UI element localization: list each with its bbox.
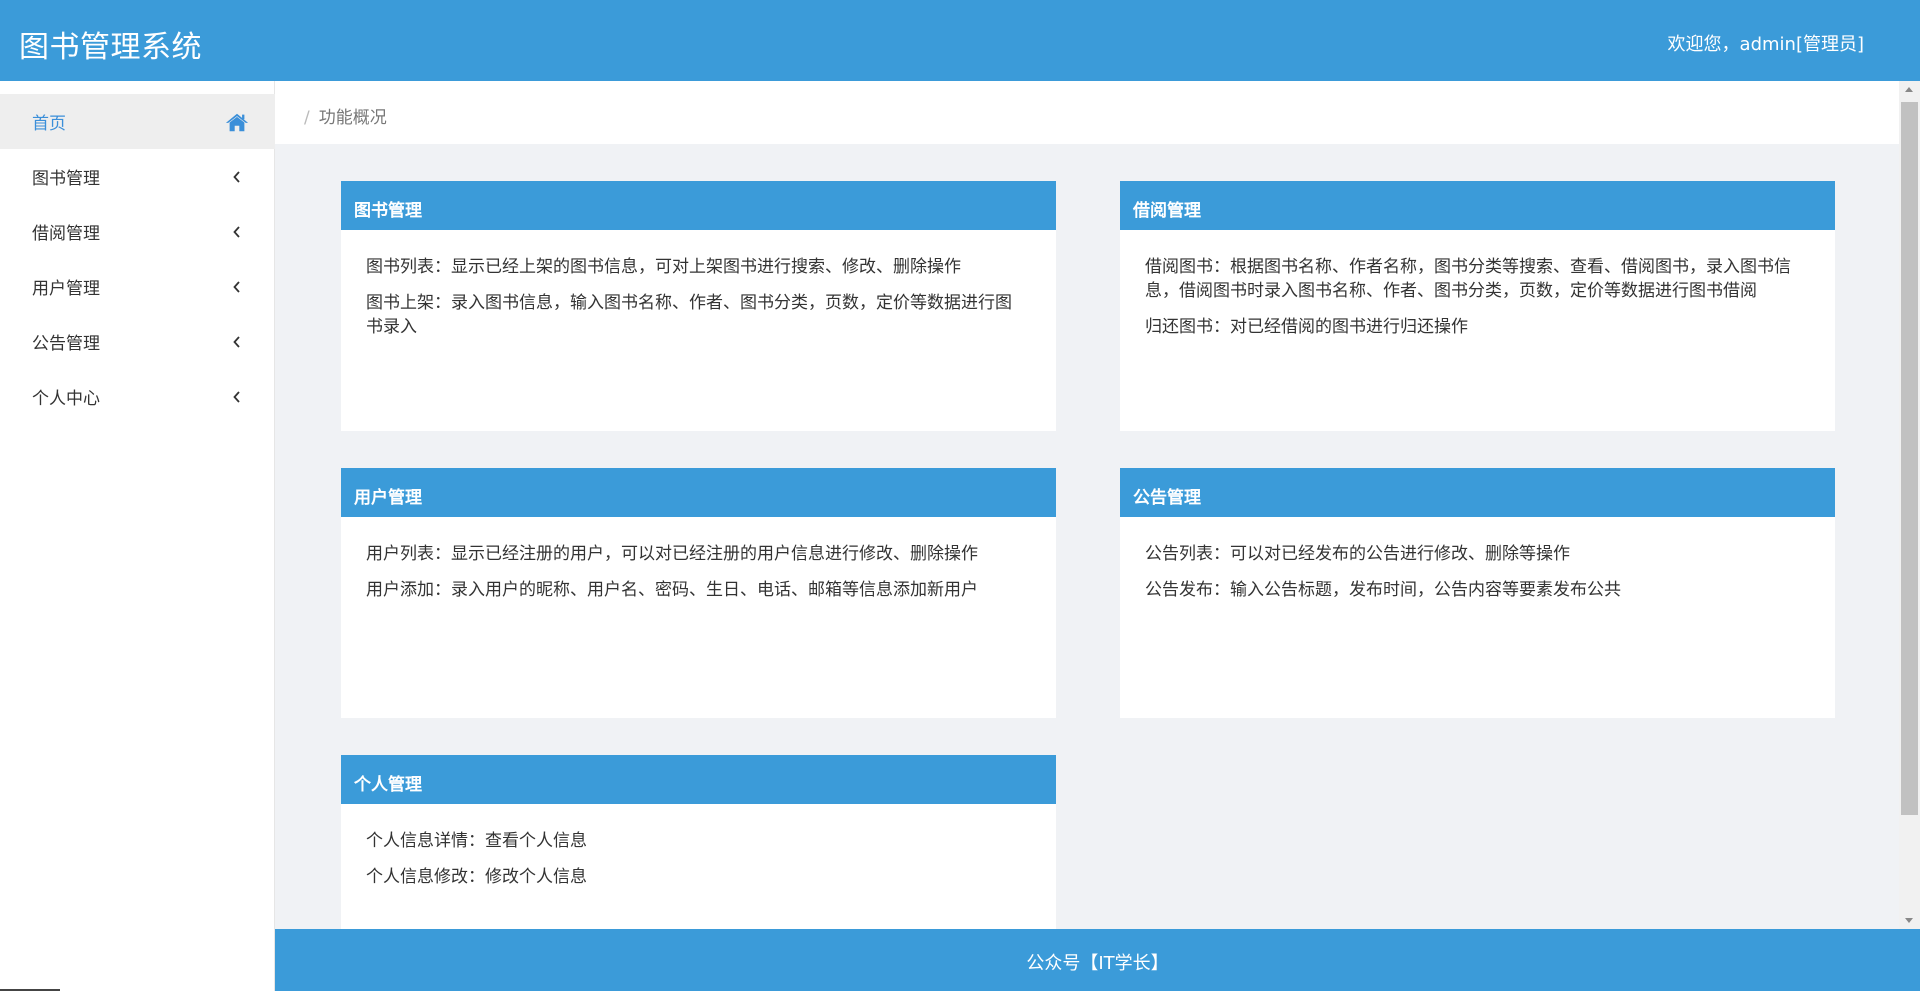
card-body: 用户列表：显示已经注册的用户，可以对已经注册的用户信息进行修改、删除操作 用户添… xyxy=(341,517,1056,602)
sidebar-item-home[interactable]: 首页 xyxy=(0,94,275,149)
footer: 公众号【IT学长】 xyxy=(275,929,1920,991)
sidebar-item-borrow-management[interactable]: 借阅管理 xyxy=(0,204,275,259)
card-body: 借阅图书：根据图书名称、作者名称，图书分类等搜索、查看、借阅图书，录入图书信息，… xyxy=(1120,230,1835,339)
card-body: 公告列表：可以对已经发布的公告进行修改、删除等操作 公告发布：输入公告标题，发布… xyxy=(1120,517,1835,602)
card-borrow-management: 借阅管理 借阅图书：根据图书名称、作者名称，图书分类等搜索、查看、借阅图书，录入… xyxy=(1120,181,1835,431)
chevron-left-icon xyxy=(225,165,249,189)
card-notice-management: 公告管理 公告列表：可以对已经发布的公告进行修改、删除等操作 公告发布：输入公告… xyxy=(1120,468,1835,718)
card-title: 借阅管理 xyxy=(1120,181,1835,230)
scroll-thumb[interactable] xyxy=(1901,102,1918,815)
card-line: 借阅图书：根据图书名称、作者名称，图书分类等搜索、查看、借阅图书，录入图书信息，… xyxy=(1145,257,1791,301)
chevron-left-icon xyxy=(225,275,249,299)
footer-text: 公众号【IT学长】 xyxy=(1026,953,1169,974)
scroll-up-arrow-icon[interactable] xyxy=(1905,87,1913,92)
card-body: 个人信息详情：查看个人信息 个人信息修改：修改个人信息 xyxy=(341,804,1056,889)
breadcrumb-current: 功能概况 xyxy=(318,108,387,128)
top-header: 图书管理系统 欢迎您，admin[管理员] xyxy=(0,0,1920,81)
card-user-management: 用户管理 用户列表：显示已经注册的用户，可以对已经注册的用户信息进行修改、删除操… xyxy=(341,468,1056,718)
app-title: 图书管理系统 xyxy=(19,30,202,65)
sidebar-item-label: 首页 xyxy=(32,114,66,134)
breadcrumb: / 功能概况 xyxy=(304,103,387,128)
card-title: 图书管理 xyxy=(341,181,1056,230)
card-title: 用户管理 xyxy=(341,468,1056,517)
vertical-scrollbar[interactable] xyxy=(1899,81,1920,929)
card-title: 公告管理 xyxy=(1120,468,1835,517)
card-line: 用户列表：显示已经注册的用户，可以对已经注册的用户信息进行修改、删除操作 xyxy=(366,544,978,564)
welcome-user-text[interactable]: 欢迎您，admin[管理员] xyxy=(1668,30,1864,56)
card-body: 图书列表：显示已经上架的图书信息，可对上架图书进行搜索、修改、删除操作 图书上架… xyxy=(341,230,1056,339)
card-line: 图书列表：显示已经上架的图书信息，可对上架图书进行搜索、修改、删除操作 xyxy=(366,257,961,277)
card-line: 归还图书：对已经借阅的图书进行归还操作 xyxy=(1145,317,1468,337)
sidebar-item-label: 用户管理 xyxy=(32,279,100,299)
sidebar-item-label: 公告管理 xyxy=(32,334,100,354)
card-book-management: 图书管理 图书列表：显示已经上架的图书信息，可对上架图书进行搜索、修改、删除操作… xyxy=(341,181,1056,431)
sidebar-item-label: 图书管理 xyxy=(32,169,100,189)
breadcrumb-bar: / 功能概况 xyxy=(275,81,1899,144)
card-line: 个人信息详情：查看个人信息 xyxy=(366,831,587,851)
sidebar-item-personal-center[interactable]: 个人中心 xyxy=(0,369,275,424)
scroll-down-arrow-icon[interactable] xyxy=(1905,918,1913,923)
sidebar-item-user-management[interactable]: 用户管理 xyxy=(0,259,275,314)
card-line: 图书上架：录入图书信息，输入图书名称、作者、图书分类，页数，定价等数据进行图书录… xyxy=(366,293,1012,337)
card-line: 个人信息修改：修改个人信息 xyxy=(366,867,587,887)
card-line: 公告列表：可以对已经发布的公告进行修改、删除等操作 xyxy=(1145,544,1570,564)
sidebar-item-label: 个人中心 xyxy=(32,389,100,409)
breadcrumb-separator: / xyxy=(304,108,310,128)
sidebar-item-label: 借阅管理 xyxy=(32,224,100,244)
home-icon xyxy=(225,110,249,134)
card-title: 个人管理 xyxy=(341,755,1056,804)
sidebar-item-book-management[interactable]: 图书管理 xyxy=(0,149,275,204)
card-line: 公告发布：输入公告标题，发布时间，公告内容等要素发布公共 xyxy=(1145,580,1621,600)
chevron-left-icon xyxy=(225,220,249,244)
chevron-left-icon xyxy=(225,385,249,409)
sidebar-item-notice-management[interactable]: 公告管理 xyxy=(0,314,275,369)
sidebar: 首页 图书管理 借阅管理 用户管理 公告管理 个人中心 xyxy=(0,81,275,991)
card-line: 用户添加：录入用户的昵称、用户名、密码、生日、电话、邮箱等信息添加新用户 xyxy=(366,580,978,600)
main-content: / 功能概况 图书管理 图书列表：显示已经上架的图书信息，可对上架图书进行搜索、修… xyxy=(275,81,1899,991)
chevron-left-icon xyxy=(225,330,249,354)
